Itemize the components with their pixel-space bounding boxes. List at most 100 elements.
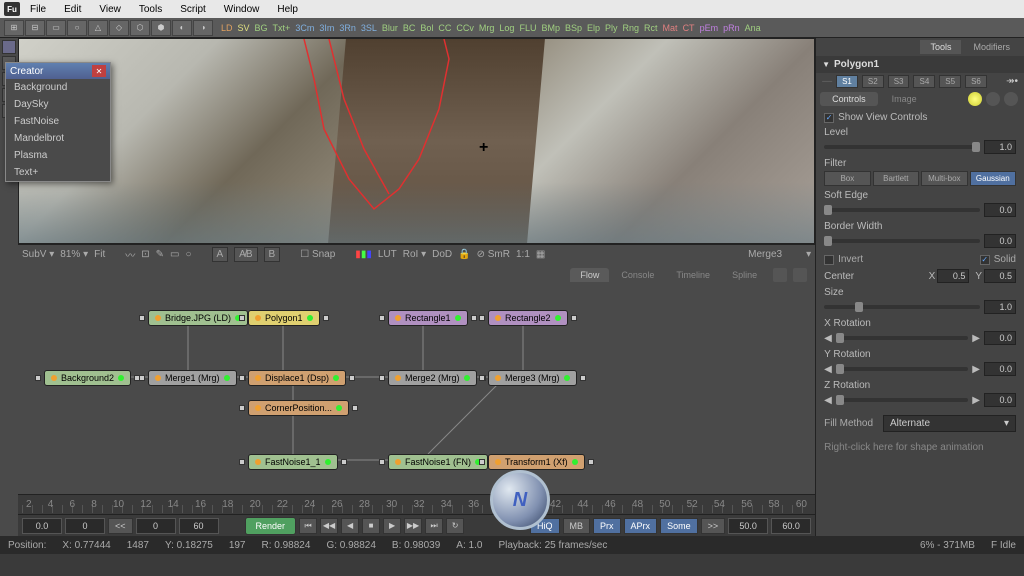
- softedge-slider[interactable]: [824, 208, 980, 212]
- toolbar-blur[interactable]: Blur: [380, 23, 400, 33]
- prx-toggle[interactable]: Prx: [593, 518, 621, 534]
- play-fwd[interactable]: ▶: [383, 518, 401, 534]
- tool-select[interactable]: [2, 40, 16, 54]
- aprx-toggle[interactable]: APrx: [624, 518, 658, 534]
- toolbar-rct[interactable]: Rct: [642, 23, 660, 33]
- toolbar-bc[interactable]: BC: [401, 23, 418, 33]
- toolbar-mat[interactable]: Mat: [661, 23, 680, 33]
- solid-checkbox[interactable]: ✓: [980, 255, 990, 265]
- toolbar-bmp[interactable]: BMp: [539, 23, 562, 33]
- toolbar-icon-3[interactable]: ○: [67, 20, 87, 36]
- tab-spline[interactable]: Spline: [722, 268, 767, 282]
- toolbar-3im[interactable]: 3Im: [317, 23, 336, 33]
- view-tool-1[interactable]: 〰: [125, 247, 135, 262]
- toolbar-3sl[interactable]: 3SL: [359, 23, 379, 33]
- node-bridge[interactable]: Bridge.JPG (LD): [148, 310, 248, 326]
- zoom-level[interactable]: 81% ▾: [60, 249, 88, 260]
- toolbar-icon-2[interactable]: ▭: [46, 20, 66, 36]
- toolbar-bsp[interactable]: BSp: [563, 23, 584, 33]
- toolbar-txt+[interactable]: Txt+: [271, 23, 293, 33]
- shape-anim-hint[interactable]: Right-click here for shape animation: [824, 438, 1016, 453]
- toolbar-icon-8[interactable]: ◐: [172, 20, 192, 36]
- toolbar-icon-0[interactable]: ⊞: [4, 20, 24, 36]
- arrow-icon[interactable]: ↠•: [1006, 76, 1018, 87]
- view-tool-5[interactable]: ○: [185, 249, 191, 260]
- node-mrg1[interactable]: Merge1 (Mrg): [148, 370, 237, 386]
- toolbar-icon-6[interactable]: ⬡: [130, 20, 150, 36]
- tab-flow[interactable]: Flow: [570, 268, 609, 282]
- frame-start[interactable]: [22, 518, 62, 534]
- zrot-slider[interactable]: [836, 398, 969, 402]
- node-mrg2[interactable]: Merge2 (Mrg): [388, 370, 477, 386]
- toolbar-ana[interactable]: Ana: [743, 23, 763, 33]
- menu-help[interactable]: Help: [269, 2, 306, 17]
- go-first[interactable]: ⏮: [299, 518, 317, 534]
- toolbar-icon-5[interactable]: ◇: [109, 20, 129, 36]
- toolbar-bg[interactable]: BG: [253, 23, 270, 33]
- subv-dropdown[interactable]: SubV ▾: [22, 249, 54, 260]
- inspector-title[interactable]: ▼Polygon1: [816, 56, 1024, 73]
- node-poly1[interactable]: Polygon1: [248, 310, 320, 326]
- toolbar-icon-9[interactable]: ◑: [193, 20, 213, 36]
- creator-plasma[interactable]: Plasma: [6, 147, 110, 164]
- node-rect2[interactable]: Rectangle2: [488, 310, 568, 326]
- filter-box[interactable]: Box: [824, 171, 870, 186]
- toolbar-ply[interactable]: Ply: [603, 23, 620, 33]
- zrot-dial[interactable]: ◀: [824, 395, 832, 406]
- render-button[interactable]: Render: [245, 517, 297, 535]
- lut-toggle[interactable]: LUT: [378, 249, 397, 260]
- center-x[interactable]: 0.5: [937, 269, 969, 283]
- state-s2[interactable]: S2: [862, 75, 884, 88]
- frame-out[interactable]: [728, 518, 768, 534]
- menu-file[interactable]: File: [22, 2, 54, 17]
- yrot-value[interactable]: 0.0: [984, 362, 1016, 376]
- node-mrg3[interactable]: Merge3 (Mrg): [488, 370, 577, 386]
- menu-edit[interactable]: Edit: [56, 2, 89, 17]
- flow-tool-1[interactable]: [773, 268, 787, 282]
- mb-toggle[interactable]: MB: [563, 518, 591, 534]
- ratio-toggle[interactable]: 1:1: [516, 249, 530, 260]
- level-slider[interactable]: [824, 145, 980, 149]
- view-tool-2[interactable]: ⊡: [141, 249, 149, 260]
- play-back[interactable]: ◀: [341, 518, 359, 534]
- node-fn11[interactable]: FastNoise1_1: [248, 454, 338, 470]
- timeline-ruler[interactable]: 2468101214161820222426283032343638404244…: [18, 494, 815, 514]
- filter-gaussian[interactable]: Gaussian: [970, 171, 1016, 186]
- flow-tool-2[interactable]: [793, 268, 807, 282]
- loop[interactable]: ↻: [446, 518, 464, 534]
- toolbar-ct[interactable]: CT: [681, 23, 697, 33]
- menu-window[interactable]: Window: [216, 2, 268, 17]
- state-s6[interactable]: S6: [965, 75, 987, 88]
- color-swatches[interactable]: ▮▮▮: [355, 249, 372, 260]
- snap-toggle[interactable]: ☐ Snap: [300, 249, 335, 260]
- toolbar-bol[interactable]: Bol: [418, 23, 435, 33]
- toolbar-3rn[interactable]: 3Rn: [337, 23, 358, 33]
- node-fn1[interactable]: FastNoise1 (FN): [388, 454, 488, 470]
- some-toggle[interactable]: Some: [660, 518, 698, 534]
- creator-background[interactable]: Background: [6, 79, 110, 96]
- range-out[interactable]: [179, 518, 219, 534]
- gear-icon[interactable]: [986, 92, 1000, 106]
- invert-checkbox[interactable]: [824, 255, 834, 265]
- view-tool-3[interactable]: ✎: [156, 249, 164, 260]
- menu-view[interactable]: View: [91, 2, 129, 17]
- toolbar-elp[interactable]: Elp: [585, 23, 602, 33]
- node-xf1[interactable]: Transform1 (Xf): [488, 454, 585, 470]
- softedge-value[interactable]: 0.0: [984, 203, 1016, 217]
- tab-console[interactable]: Console: [611, 268, 664, 282]
- tab-modifiers[interactable]: Modifiers: [963, 40, 1020, 54]
- menu-tools[interactable]: Tools: [131, 2, 170, 17]
- jump-start[interactable]: <<: [108, 518, 133, 534]
- menu-script[interactable]: Script: [172, 2, 214, 17]
- show-view-checkbox[interactable]: ✓: [824, 113, 834, 123]
- tab-tools[interactable]: Tools: [920, 40, 961, 54]
- jump-end[interactable]: >>: [701, 518, 726, 534]
- toolbar-flu[interactable]: FLU: [517, 23, 538, 33]
- frame-end[interactable]: [771, 518, 811, 534]
- yrot-dial[interactable]: ◀: [824, 364, 832, 375]
- viewer-menu[interactable]: ▾: [806, 249, 811, 260]
- filter-multibox[interactable]: Multi-box: [921, 171, 967, 186]
- state-s4[interactable]: S4: [913, 75, 935, 88]
- toolbar-rng[interactable]: Rng: [621, 23, 642, 33]
- state-s1[interactable]: S1: [836, 75, 858, 88]
